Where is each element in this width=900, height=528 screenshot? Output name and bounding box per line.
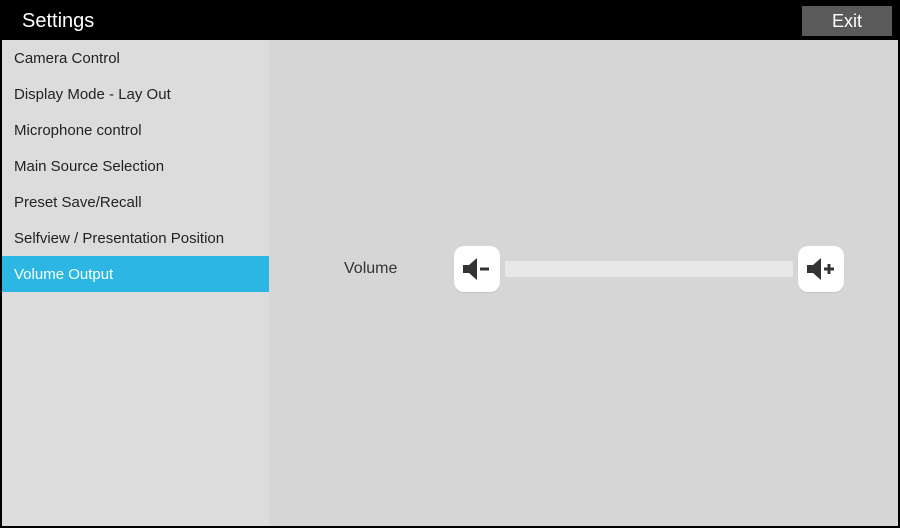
sidebar-item-volume-output[interactable]: Volume Output	[2, 256, 269, 292]
sidebar-item-label: Volume Output	[14, 266, 113, 283]
sidebar-item-label: Microphone control	[14, 122, 142, 139]
volume-up-button[interactable]	[798, 246, 844, 292]
volume-control-row: Volume	[344, 246, 844, 292]
volume-track[interactable]	[505, 261, 793, 277]
sidebar-item-display-mode[interactable]: Display Mode - Lay Out	[2, 76, 269, 112]
sidebar-item-label: Selfview / Presentation Position	[14, 230, 224, 247]
sidebar: Camera Control Display Mode - Lay Out Mi…	[2, 40, 269, 526]
speaker-minus-icon	[462, 257, 492, 281]
main-panel: Volume	[269, 40, 898, 526]
volume-label: Volume	[344, 260, 454, 278]
page-title: Settings	[22, 10, 94, 33]
exit-button-label: Exit	[832, 11, 862, 32]
sidebar-item-label: Display Mode - Lay Out	[14, 86, 171, 103]
sidebar-item-camera-control[interactable]: Camera Control	[2, 40, 269, 76]
volume-down-button[interactable]	[454, 246, 500, 292]
sidebar-item-microphone-control[interactable]: Microphone control	[2, 112, 269, 148]
sidebar-item-selfview-presentation[interactable]: Selfview / Presentation Position	[2, 220, 269, 256]
speaker-plus-icon	[806, 257, 836, 281]
sidebar-item-label: Preset Save/Recall	[14, 194, 142, 211]
header-bar: Settings Exit	[2, 2, 898, 40]
sidebar-item-label: Camera Control	[14, 50, 120, 67]
exit-button[interactable]: Exit	[802, 6, 892, 36]
settings-window: Settings Exit Camera Control Display Mod…	[0, 0, 900, 528]
body: Camera Control Display Mode - Lay Out Mi…	[2, 40, 898, 526]
sidebar-item-preset-save-recall[interactable]: Preset Save/Recall	[2, 184, 269, 220]
sidebar-item-main-source-selection[interactable]: Main Source Selection	[2, 148, 269, 184]
sidebar-item-label: Main Source Selection	[14, 158, 164, 175]
